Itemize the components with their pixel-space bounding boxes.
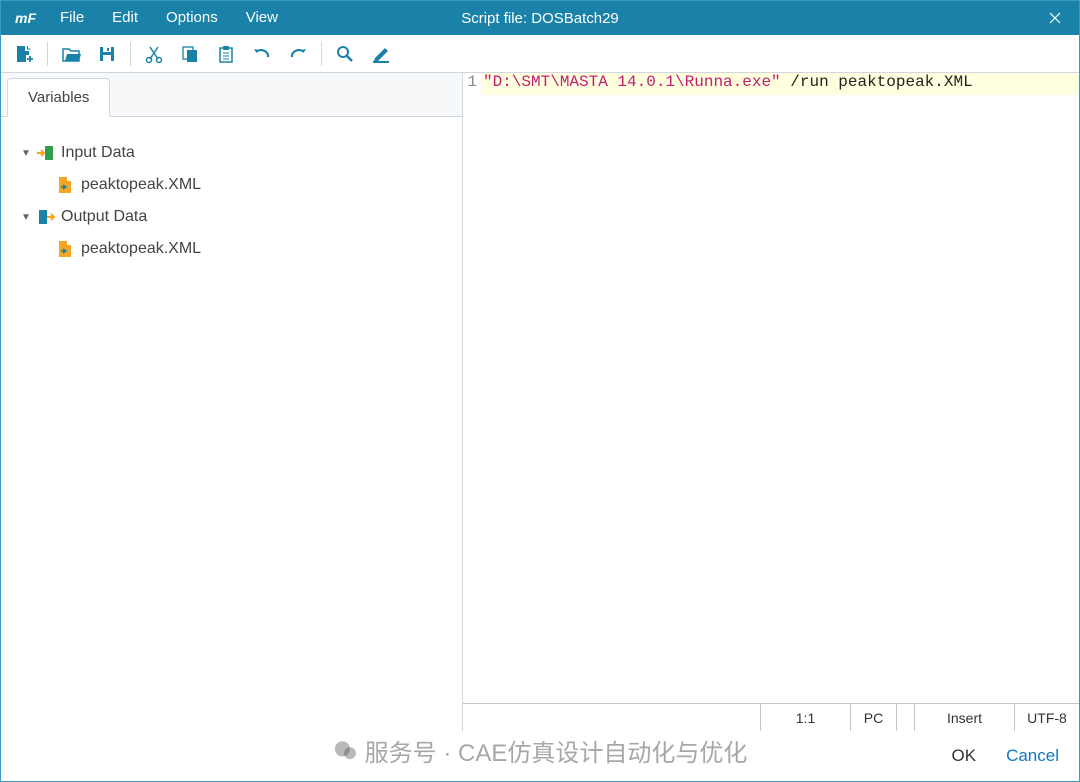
highlight-button[interactable] xyxy=(364,37,398,71)
line-number: 1 xyxy=(463,73,481,95)
undo-icon xyxy=(251,44,273,64)
cut-icon xyxy=(144,44,164,64)
save-button[interactable] xyxy=(90,37,124,71)
chevron-down-icon: ▼ xyxy=(17,148,35,159)
redo-icon xyxy=(287,44,309,64)
ok-button[interactable]: OK xyxy=(952,746,977,766)
editor-statusbar: 1:1 PC Insert UTF-8 xyxy=(463,703,1079,731)
open-button[interactable] xyxy=(54,37,88,71)
tab-variables[interactable]: Variables xyxy=(7,78,110,117)
search-button[interactable] xyxy=(328,37,362,71)
left-panel: Variables ▼ Input Data peaktopeak.XML xyxy=(1,73,463,731)
tree-node-input-data[interactable]: ▼ Input Data xyxy=(11,137,452,169)
content-area: Variables ▼ Input Data peaktopeak.XML xyxy=(1,73,1079,731)
app-window: mF File Edit Options View Script file: D… xyxy=(0,0,1080,782)
status-platform: PC xyxy=(851,704,897,731)
copy-button[interactable] xyxy=(173,37,207,71)
save-icon xyxy=(97,44,117,64)
menu-edit[interactable]: Edit xyxy=(98,1,152,35)
close-button[interactable] xyxy=(1035,1,1075,35)
output-data-icon xyxy=(35,208,57,226)
redo-button[interactable] xyxy=(281,37,315,71)
close-icon xyxy=(1049,12,1061,24)
status-spacer xyxy=(463,704,761,731)
toolbar xyxy=(1,35,1079,73)
status-encoding: UTF-8 xyxy=(1015,704,1079,731)
file-xml-icon xyxy=(55,240,77,258)
status-mode: Insert xyxy=(915,704,1015,731)
tree-leaf-output-file[interactable]: peaktopeak.XML xyxy=(11,233,452,265)
search-icon xyxy=(335,44,355,64)
right-panel: 1 "D:\SMT\MASTA 14.0.1\Runna.exe" /run p… xyxy=(463,73,1079,731)
window-title: Script file: DOSBatch29 xyxy=(461,10,619,27)
tree-label: Input Data xyxy=(61,144,135,162)
code-editor[interactable]: 1 "D:\SMT\MASTA 14.0.1\Runna.exe" /run p… xyxy=(463,73,1079,703)
status-position: 1:1 xyxy=(761,704,851,731)
editor-line-1: 1 "D:\SMT\MASTA 14.0.1\Runna.exe" /run p… xyxy=(463,73,1079,95)
highlight-icon xyxy=(371,44,391,64)
chevron-down-icon: ▼ xyxy=(17,212,35,223)
tree-leaf-input-file[interactable]: peaktopeak.XML xyxy=(11,169,452,201)
tree-label: Output Data xyxy=(61,208,147,226)
tree-label: peaktopeak.XML xyxy=(81,176,201,194)
new-file-icon xyxy=(14,44,34,64)
line-content: "D:\SMT\MASTA 14.0.1\Runna.exe" /run pea… xyxy=(481,73,1079,95)
menu-file[interactable]: File xyxy=(46,1,98,35)
menu-view[interactable]: View xyxy=(232,1,292,35)
open-folder-icon xyxy=(61,44,81,64)
titlebar: mF File Edit Options View Script file: D… xyxy=(1,1,1079,35)
tree-node-output-data[interactable]: ▼ Output Data xyxy=(11,201,452,233)
paste-button[interactable] xyxy=(209,37,243,71)
variables-tree: ▼ Input Data peaktopeak.XML ▼ xyxy=(1,117,462,731)
app-logo: mF xyxy=(5,10,46,26)
menu-options[interactable]: Options xyxy=(152,1,232,35)
file-xml-icon xyxy=(55,176,77,194)
paste-icon xyxy=(216,44,236,64)
status-blank xyxy=(897,704,915,731)
tabs-row: Variables xyxy=(1,73,462,117)
cut-button[interactable] xyxy=(137,37,171,71)
copy-icon xyxy=(180,44,200,64)
tree-label: peaktopeak.XML xyxy=(81,240,201,258)
cancel-button[interactable]: Cancel xyxy=(1006,746,1059,766)
new-file-button[interactable] xyxy=(7,37,41,71)
input-data-icon xyxy=(35,144,57,162)
dialog-buttons: OK Cancel xyxy=(1,731,1079,781)
undo-button[interactable] xyxy=(245,37,279,71)
menu-bar: File Edit Options View xyxy=(46,1,292,35)
